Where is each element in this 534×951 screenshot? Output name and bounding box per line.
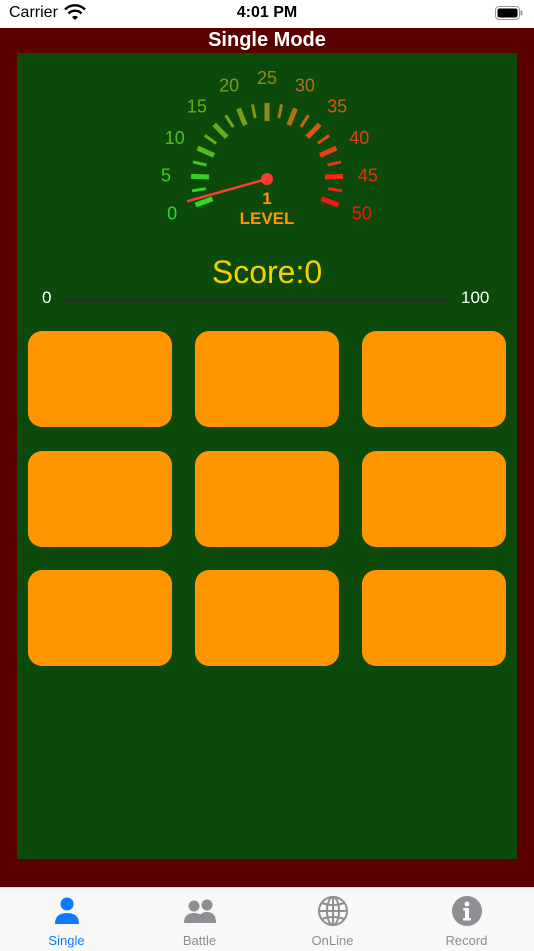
- game-tile[interactable]: [28, 570, 172, 666]
- clock: 4:01 PM: [236, 4, 298, 21]
- gauge-tick: [224, 114, 235, 128]
- gauge-tick: [196, 145, 216, 158]
- game-tile[interactable]: [362, 331, 506, 427]
- gauge-scale-label: 5: [161, 165, 171, 185]
- gauge-tick: [190, 173, 210, 180]
- gauge-scale-label: 15: [187, 96, 207, 116]
- gauge-tick: [212, 122, 229, 140]
- progress-min-label: 0: [42, 288, 52, 307]
- gauge-scale-label: 30: [295, 75, 315, 95]
- gauge-tick: [192, 160, 207, 167]
- tab-single[interactable]: Single: [0, 888, 133, 951]
- two-people-icon: [183, 899, 216, 923]
- gauge-scale-label: 20: [219, 75, 239, 95]
- gauge-tick: [324, 173, 344, 180]
- gauge-tick: [320, 196, 340, 208]
- score-progress-bar: [64, 298, 450, 303]
- tab-record[interactable]: Record: [400, 888, 533, 951]
- gauge-tick: [251, 104, 257, 119]
- gauge-scale-label: 0: [167, 204, 177, 224]
- person-icon: [54, 897, 79, 924]
- game-tile[interactable]: [195, 331, 339, 427]
- level-value: 1: [262, 189, 271, 208]
- game-tile[interactable]: [195, 570, 339, 666]
- gauge-tick: [194, 196, 214, 208]
- gauge-scale-label: 10: [165, 128, 185, 148]
- gauge-scale-label: 35: [327, 96, 347, 116]
- level-gauge: 05101520 25 3035404550 1 LEVEL: [161, 68, 378, 228]
- game-tile[interactable]: [28, 331, 172, 427]
- game-tile[interactable]: [362, 570, 506, 666]
- gauge-tick: [327, 160, 342, 167]
- gauge-tick: [299, 114, 310, 128]
- gauge-tick: [191, 187, 206, 193]
- gauge-tick: [286, 107, 298, 127]
- tab-record-label: Record: [445, 933, 488, 948]
- tab-battle[interactable]: Battle: [133, 888, 266, 951]
- score-label: Score:0: [211, 254, 323, 290]
- gauge-tick: [203, 134, 218, 145]
- globe-icon: [317, 896, 348, 926]
- tab-bar: Single Battle OnLine Record: [0, 887, 534, 951]
- game-tile[interactable]: [195, 451, 339, 547]
- level-label: LEVEL: [240, 209, 295, 228]
- game-tile[interactable]: [28, 451, 172, 547]
- gauge-scale-label: 25: [257, 68, 277, 88]
- progress-max-label: 100: [461, 288, 490, 307]
- status-bar: Carrier 4:01 PM: [0, 0, 534, 28]
- gauge-tick: [277, 104, 283, 119]
- gauge-tick: [316, 134, 331, 145]
- tab-online[interactable]: OnLine: [266, 888, 399, 951]
- tab-battle-label: Battle: [182, 933, 217, 948]
- game-tile[interactable]: [362, 451, 506, 547]
- gauge-tick: [305, 122, 322, 140]
- gauge-scale-label: 45: [358, 165, 378, 185]
- page-title: Single Mode: [208, 29, 326, 51]
- gauge-scale-label: 40: [349, 128, 369, 148]
- gauge-tick: [328, 187, 343, 193]
- gauge-tick: [236, 107, 248, 127]
- battery-icon: [495, 6, 523, 20]
- tab-single-label: Single: [48, 933, 85, 948]
- gauge-hub: [261, 173, 273, 185]
- info-icon: [451, 896, 482, 926]
- gauge-scale-label: 50: [352, 204, 372, 224]
- tab-online-label: OnLine: [311, 933, 354, 948]
- gauge-tick: [318, 145, 338, 158]
